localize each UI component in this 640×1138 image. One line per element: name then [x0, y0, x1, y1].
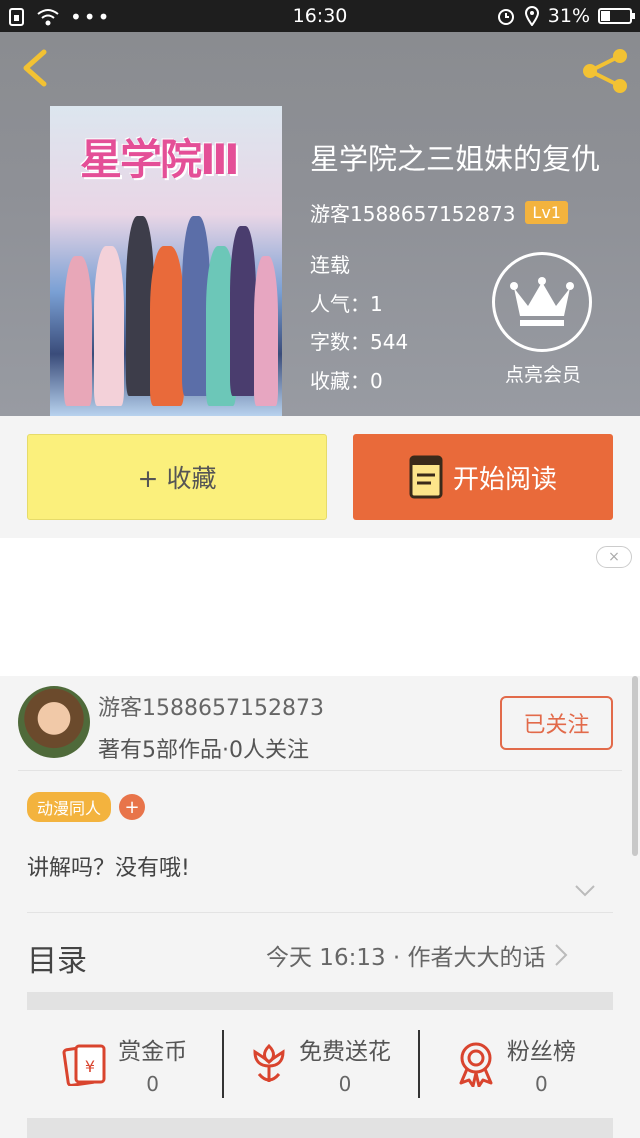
status-bar: ••• 16:30 31%	[0, 0, 640, 32]
location-icon	[524, 6, 539, 26]
word-count: 字数：544	[310, 330, 409, 354]
tag-list: 动漫同人 +	[27, 792, 146, 822]
send-flower-count: 0	[338, 1072, 352, 1096]
vip-button[interactable]: 点亮会员	[492, 252, 594, 387]
author-name[interactable]: 游客1588657152873	[98, 690, 324, 722]
vip-label: 点亮会员	[504, 364, 581, 386]
add-tag-button[interactable]: +	[119, 794, 146, 820]
flower-icon	[253, 1043, 285, 1082]
book-intro: 讲解吗？没有哦!	[27, 856, 190, 881]
scrollbar[interactable]	[632, 676, 638, 856]
divider	[27, 912, 613, 913]
close-ad-icon[interactable]: ×	[596, 546, 632, 568]
reward-coins-button[interactable]: ¥ 赏金币 0	[27, 1010, 222, 1118]
follow-button[interactable]: 已关注	[500, 696, 613, 750]
start-reading-button[interactable]: 开始阅读	[353, 434, 613, 520]
action-bar: + 收藏 开始阅读	[0, 416, 640, 538]
start-reading-label: 开始阅读	[452, 464, 557, 495]
ad-banner: ×	[0, 538, 640, 676]
reward-coins-label: 赏金币	[118, 1039, 188, 1065]
battery-icon	[598, 8, 635, 24]
book-cover[interactable]: 星学院Ⅲ	[50, 106, 282, 416]
toc-label[interactable]: 目录	[27, 936, 87, 980]
medal-icon	[459, 1042, 493, 1087]
avatar[interactable]	[18, 686, 90, 758]
svg-text:¥: ¥	[85, 1057, 95, 1076]
favorite-button[interactable]: + 收藏	[27, 434, 327, 520]
back-arrow-icon[interactable]	[14, 46, 58, 90]
toc-latest-chapter[interactable]: 今天 16:13 · 作者大大的话	[266, 938, 568, 972]
divider	[18, 770, 622, 771]
red-envelope-icon: ¥	[62, 1044, 106, 1086]
send-flower-label: 免费送花	[298, 1039, 391, 1065]
section-separator	[27, 992, 613, 1010]
serial-status: 连载	[310, 253, 350, 277]
chevron-right-icon	[554, 944, 567, 966]
favorite-count: 收藏：0	[310, 368, 383, 393]
fan-ranking-button[interactable]: 粉丝榜 0	[417, 1010, 613, 1118]
crown-icon	[510, 277, 574, 326]
share-icon[interactable]	[580, 48, 630, 94]
fan-ranking-label: 粉丝榜	[506, 1039, 576, 1065]
book-author[interactable]: 游客1588657152873	[310, 198, 515, 227]
book-title: 星学院之三姐妹的复仇	[310, 142, 601, 176]
fan-ranking-count: 0	[534, 1072, 548, 1096]
book-header: 星学院Ⅲ 星学院之三姐妹的复仇 游客1588657152873 Lv1 连载 人…	[0, 32, 640, 416]
book-icon	[409, 455, 443, 499]
section-separator	[27, 1118, 613, 1138]
reward-coins-count: 0	[146, 1072, 160, 1096]
genre-tag[interactable]: 动漫同人	[27, 792, 112, 822]
chevron-down-icon[interactable]	[574, 884, 596, 898]
cover-logo: 星学院Ⅲ	[80, 135, 240, 184]
author-card: 游客1588657152873 著有5部作品·0人关注 已关注 动漫同人 + 讲…	[0, 676, 640, 1138]
battery-percent: 31%	[547, 5, 590, 27]
level-badge: Lv1	[525, 201, 568, 224]
latest-chapter-text: 今天 16:13 · 作者大大的话	[266, 945, 546, 971]
book-stats: 连载 人气：1 字数：544 收藏：0	[310, 246, 408, 400]
reward-actions: ¥ 赏金币 0 免费送花 0 粉丝榜 0	[27, 1010, 613, 1118]
popularity: 人气：1	[310, 291, 383, 316]
alarm-icon	[497, 9, 514, 25]
send-flower-button[interactable]: 免费送花 0	[222, 1010, 417, 1118]
author-works: 著有5部作品·0人关注	[98, 738, 309, 763]
